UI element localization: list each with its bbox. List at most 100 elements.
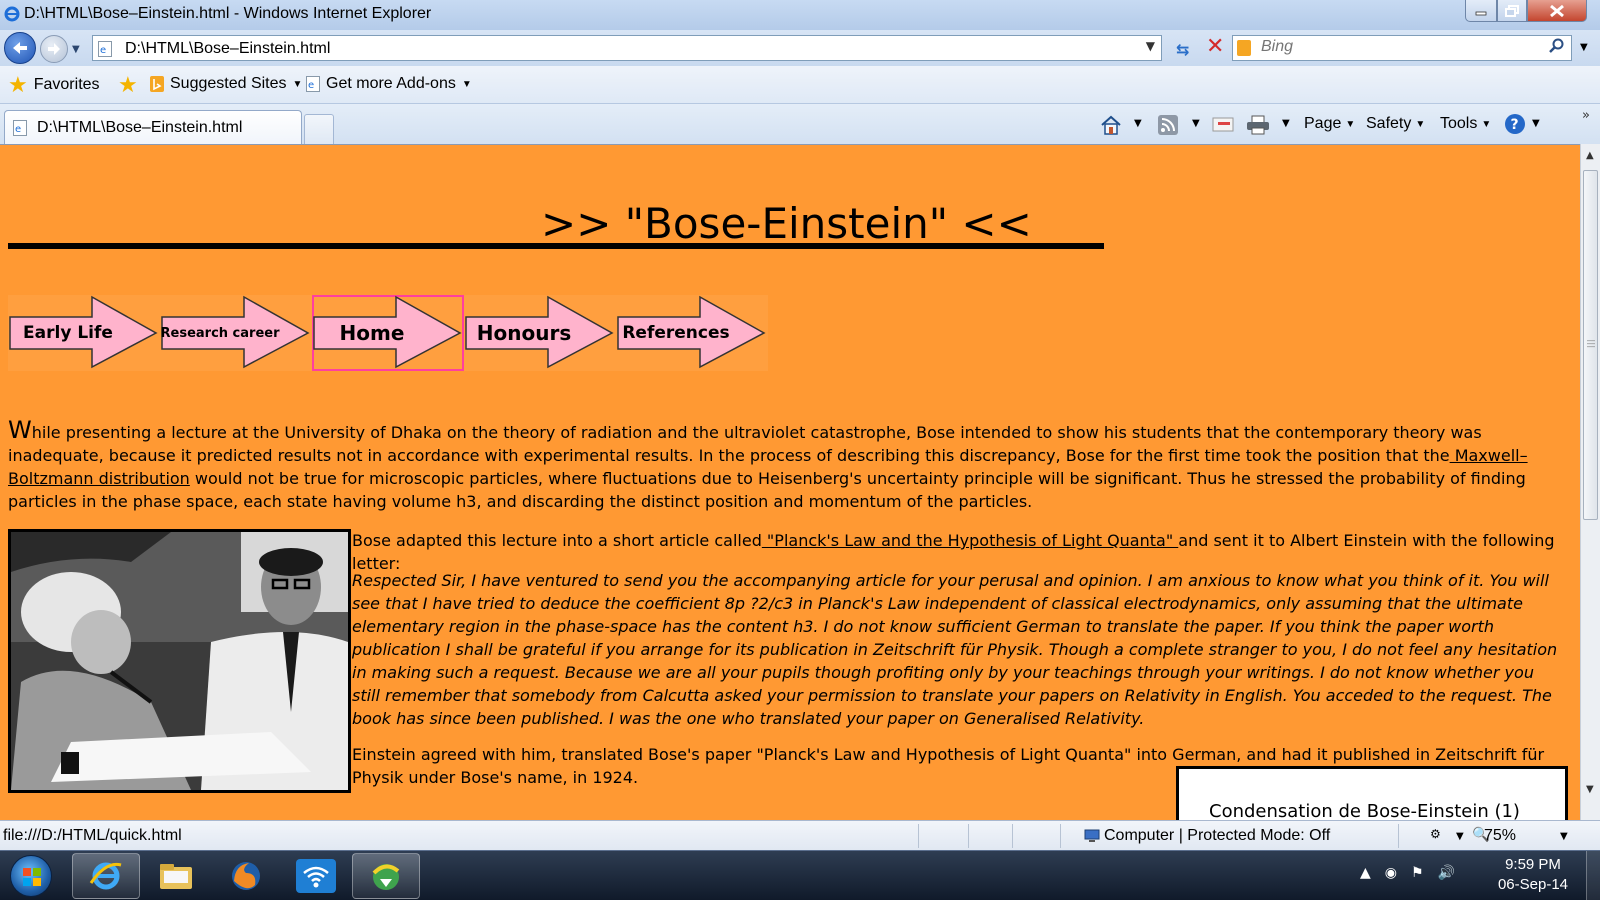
page-menu[interactable]: Page ▼ bbox=[1304, 115, 1355, 133]
address-url: D:\HTML\Bose–Einstein.html bbox=[125, 40, 331, 57]
action-center-icon[interactable]: ⚑ bbox=[1411, 865, 1424, 881]
scroll-up-icon[interactable]: ▲ bbox=[1586, 150, 1594, 161]
safety-menu[interactable]: Safety ▼ bbox=[1366, 115, 1425, 133]
nav-label: Early Life bbox=[23, 323, 113, 343]
scroll-thumb[interactable]: ― ― ― bbox=[1583, 170, 1598, 520]
ie-page-icon: e bbox=[98, 41, 112, 61]
tab-label: D:\HTML\Bose–Einstein.html bbox=[37, 119, 243, 136]
new-tab-button[interactable] bbox=[304, 114, 334, 144]
favorites-star-icon: ★ bbox=[8, 72, 28, 97]
status-url: file:///D:/HTML/quick.html bbox=[3, 827, 182, 844]
address-field[interactable]: e D:\HTML\Bose–Einstein.html ▼ bbox=[92, 35, 1162, 61]
chevron-down-icon: ▼ bbox=[461, 78, 472, 90]
clock-date: 06-Sep-14 bbox=[1497, 876, 1569, 893]
chevron-down-icon: ▼ bbox=[1415, 118, 1426, 130]
wifi-icon bbox=[296, 859, 336, 893]
computer-icon bbox=[1084, 829, 1100, 842]
tools-menu[interactable]: Tools ▼ bbox=[1440, 115, 1491, 133]
search-box[interactable] bbox=[1232, 35, 1572, 61]
system-tray: ▲ ◉ ⚑ 🔊 bbox=[1360, 865, 1455, 881]
tab-bose-einstein[interactable]: e D:\HTML\Bose–Einstein.html bbox=[4, 110, 302, 144]
taskbar-wifi-manager[interactable] bbox=[282, 853, 350, 899]
svg-text:e: e bbox=[100, 45, 106, 56]
tools-menu-label: Tools bbox=[1440, 115, 1478, 132]
quick-info-box[interactable]: Condensation de Bose-Einstein (1) bbox=[1176, 766, 1568, 820]
taskbar-download-manager[interactable] bbox=[352, 853, 420, 899]
get-more-addons-label: Get more Add-ons bbox=[326, 75, 456, 92]
nav-early-life[interactable]: Early Life bbox=[8, 295, 160, 371]
popup-blocker-icon[interactable]: ⚙ bbox=[1430, 827, 1441, 841]
folder-icon bbox=[160, 864, 192, 889]
read-mail-icon[interactable] bbox=[1212, 115, 1234, 133]
feed-dropdown-icon[interactable]: ▼ bbox=[1192, 118, 1200, 129]
page-nav: Early Life Research career Home Honours … bbox=[8, 295, 768, 371]
help-dropdown-icon[interactable]: ▼ bbox=[1532, 118, 1540, 129]
stop-icon[interactable]: ✕ bbox=[1206, 36, 1224, 58]
para1-text-b: would not be true for microscopic partic… bbox=[8, 469, 1526, 511]
forward-arrow-icon bbox=[48, 43, 60, 55]
scroll-down-icon[interactable]: ▼ bbox=[1586, 784, 1594, 795]
nav-label: Research career bbox=[160, 325, 280, 341]
forward-button[interactable] bbox=[40, 35, 68, 63]
suggested-sites-link[interactable]: Suggested Sites ▼ bbox=[150, 75, 302, 93]
start-button[interactable] bbox=[10, 855, 52, 897]
zoom-dropdown-icon[interactable]: ▼ bbox=[1560, 831, 1568, 842]
network-icon[interactable]: ◉ bbox=[1385, 865, 1397, 881]
search-input[interactable] bbox=[1261, 38, 1521, 56]
close-button[interactable] bbox=[1527, 0, 1587, 22]
nav-research-career[interactable]: Research career bbox=[160, 295, 312, 371]
rss-feed-icon[interactable] bbox=[1158, 115, 1178, 135]
help-icon[interactable]: ? bbox=[1504, 113, 1525, 134]
back-button[interactable] bbox=[4, 32, 36, 64]
windows-logo-icon bbox=[23, 868, 41, 886]
address-dropdown-icon[interactable]: ▼ bbox=[1146, 39, 1155, 53]
intro-paragraph: While presenting a lecture at the Univer… bbox=[8, 418, 1560, 513]
ie-logo-icon bbox=[4, 6, 20, 22]
print-icon[interactable] bbox=[1246, 115, 1269, 135]
bose-letter-quote: Respected Sir, I have ventured to send y… bbox=[352, 571, 1558, 728]
chevron-down-icon: ▼ bbox=[1481, 118, 1492, 130]
favorites-bar: ★ Favorites ★ Suggested Sites ▼ e Get mo… bbox=[0, 66, 1600, 104]
taskbar-file-explorer[interactable] bbox=[142, 853, 210, 899]
minimize-button[interactable] bbox=[1465, 0, 1497, 22]
restore-icon bbox=[1505, 4, 1519, 17]
chevron-down-icon[interactable]: ▼ bbox=[1456, 831, 1464, 842]
window-title-bar[interactable]: D:\HTML\Bose–Einstein.html - Windows Int… bbox=[0, 0, 1600, 30]
favorites-label: Favorites bbox=[33, 76, 100, 93]
taskbar-internet-explorer[interactable] bbox=[72, 853, 140, 899]
maximize-button[interactable] bbox=[1497, 0, 1527, 22]
nav-home[interactable]: Home bbox=[312, 295, 464, 371]
nav-label: References bbox=[622, 323, 730, 343]
show-hidden-icons-icon[interactable]: ▲ bbox=[1360, 865, 1371, 881]
nav-references[interactable]: References bbox=[616, 295, 768, 371]
einstein-bose-photo bbox=[8, 529, 351, 793]
more-commands-chevron-icon[interactable]: » bbox=[1582, 108, 1590, 123]
clock-time: 9:59 PM bbox=[1505, 856, 1561, 873]
print-dropdown-icon[interactable]: ▼ bbox=[1282, 118, 1290, 129]
home-dropdown-icon[interactable]: ▼ bbox=[1134, 118, 1142, 129]
svg-text:e: e bbox=[15, 124, 21, 135]
bing-icon bbox=[1237, 40, 1251, 56]
zoom-level[interactable]: 75% bbox=[1484, 827, 1516, 845]
chevron-down-icon: ▼ bbox=[292, 78, 303, 90]
recent-pages-dropdown-icon[interactable]: ▼ bbox=[72, 44, 80, 55]
page-menu-label: Page bbox=[1304, 115, 1342, 132]
compatibility-view-icon[interactable]: ⇆ bbox=[1176, 40, 1189, 59]
taskbar-firefox[interactable] bbox=[212, 853, 280, 899]
taskbar-clock[interactable]: 9:59 PM 06-Sep-14 bbox=[1490, 855, 1576, 895]
search-options-dropdown-icon[interactable]: ▼ bbox=[1580, 42, 1588, 53]
security-zone[interactable]: Computer | Protected Mode: Off bbox=[1084, 827, 1330, 845]
search-icon[interactable] bbox=[1548, 38, 1564, 58]
status-divider bbox=[1398, 824, 1399, 848]
home-icon[interactable] bbox=[1100, 115, 1121, 135]
get-more-addons-link[interactable]: e Get more Add-ons ▼ bbox=[306, 75, 472, 93]
download-manager-icon bbox=[372, 864, 400, 890]
vertical-scrollbar[interactable]: ▲ ― ― ― ▼ bbox=[1580, 144, 1600, 820]
volume-icon[interactable]: 🔊 bbox=[1438, 865, 1455, 881]
favorites-button[interactable]: ★ Favorites bbox=[8, 72, 100, 97]
plancks-law-link[interactable]: "Planck's Law and the Hypothesis of Ligh… bbox=[762, 531, 1178, 550]
nav-honours[interactable]: Honours bbox=[464, 295, 616, 371]
page-viewport: >> "Bose-Einstein" << Early Life Researc… bbox=[0, 144, 1580, 820]
show-desktop-button[interactable] bbox=[1586, 851, 1600, 900]
add-to-favorites-bar-button[interactable]: ★ bbox=[118, 74, 138, 96]
